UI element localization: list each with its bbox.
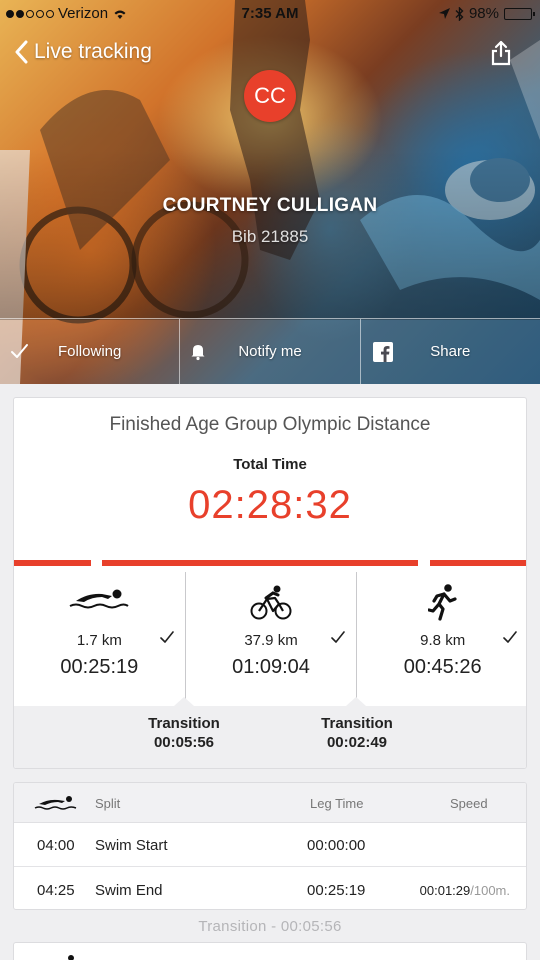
- swim-icon: [34, 796, 77, 810]
- leg-results: 1.7 km 00:25:19 37.9 km 01:09:04 9.8 km …: [14, 572, 526, 702]
- action-bar: Following Notify me Share: [0, 318, 540, 384]
- swim-icon: [69, 589, 129, 609]
- bike-splits-table: [13, 942, 527, 960]
- swim-splits-table: Split Leg Time Speed 04:00 Swim Start 00…: [13, 782, 527, 910]
- split-leg-time: 00:25:19: [307, 882, 366, 899]
- status-right: 98%: [438, 5, 535, 22]
- athlete-name: COURTNEY CULLIGAN: [162, 195, 378, 216]
- battery-percent: 98%: [468, 5, 499, 22]
- swim-leg[interactable]: 1.7 km 00:25:19: [14, 572, 186, 702]
- bike-time: 01:09:04: [232, 656, 310, 678]
- athlete-hero: Verizon 7:35 AM 98% Live tracking CC COU…: [0, 0, 540, 384]
- check-icon: [11, 344, 28, 358]
- run-complete-check-icon: [503, 631, 517, 643]
- run-icon: [427, 584, 457, 621]
- run-progress-segment: [430, 560, 526, 566]
- notify-me-label: Notify me: [238, 343, 302, 360]
- split-column-header: Split: [95, 796, 121, 811]
- transition-times: Transition 00:05:56 Transition 00:02:49: [14, 697, 526, 768]
- battery-icon: [504, 7, 535, 20]
- transition-2-pointer: [346, 697, 366, 706]
- race-status-title: Finished Age Group Olympic Distance: [109, 414, 431, 435]
- speed-column-header: Speed: [450, 796, 488, 811]
- swim-complete-check-icon: [159, 631, 174, 643]
- transition-1-time: 00:05:56: [153, 734, 215, 751]
- split-clock-time: 04:00: [37, 837, 75, 854]
- transition-separator: Transition - 00:05:56: [198, 918, 342, 935]
- back-button[interactable]: Live tracking: [14, 40, 152, 64]
- swim-progress-segment: [14, 560, 91, 566]
- bike-icon: [250, 585, 292, 620]
- transition-2-time: 00:02:49: [326, 734, 388, 751]
- bike-progress-segment: [102, 560, 418, 566]
- bike-icon: [68, 955, 74, 960]
- split-name: Swim End: [95, 882, 163, 899]
- total-time-value: 02:28:32: [188, 483, 352, 527]
- transition-2: Transition 00:02:49: [287, 714, 427, 752]
- location-arrow-icon: [438, 8, 450, 19]
- run-time: 00:45:26: [403, 656, 482, 678]
- bell-icon: [191, 345, 205, 361]
- table-row: 04:25 Swim End 00:25:19 00:01:29/100m.: [14, 868, 526, 909]
- following-label: Following: [57, 343, 122, 360]
- bike-leg[interactable]: 37.9 km 01:09:04: [186, 572, 358, 702]
- split-clock-time: 04:25: [37, 882, 75, 899]
- bluetooth-icon: [455, 6, 464, 21]
- bike-complete-check-icon: [331, 631, 346, 643]
- split-speed-value: 00:01:29: [419, 883, 471, 898]
- facebook-icon: [372, 342, 393, 362]
- splits-header: Split Leg Time Speed: [14, 783, 526, 823]
- transition-1: Transition 00:05:56: [114, 714, 254, 752]
- transition-1-label: Transition: [148, 715, 220, 732]
- share-icon[interactable]: [490, 40, 512, 66]
- split-speed: 00:01:29/100m.: [420, 883, 510, 898]
- back-label: Live tracking: [34, 40, 152, 63]
- run-leg[interactable]: 9.8 km 00:45:26: [357, 572, 526, 702]
- following-button[interactable]: Following: [0, 319, 181, 384]
- notify-me-button[interactable]: Notify me: [180, 319, 361, 384]
- split-name: Swim Start: [95, 837, 168, 854]
- share-button[interactable]: Share: [361, 319, 540, 384]
- result-summary-card: Finished Age Group Olympic Distance Tota…: [13, 397, 527, 769]
- split-speed-unit: /100m.: [470, 883, 510, 898]
- leg-time-column-header: Leg Time: [310, 796, 364, 811]
- split-leg-time: 00:00:00: [307, 837, 366, 854]
- athlete-avatar: CC: [244, 70, 296, 122]
- chevron-left-icon: [15, 40, 28, 64]
- transition-2-label: Transition: [321, 715, 393, 732]
- table-row: 04:00 Swim Start 00:00:00: [14, 823, 526, 867]
- swim-time: 00:25:19: [60, 656, 139, 678]
- status-bar: Verizon 7:35 AM 98%: [0, 0, 540, 28]
- transition-1-pointer: [174, 697, 194, 706]
- share-label: Share: [430, 343, 471, 360]
- total-time-label: Total Time: [233, 456, 307, 473]
- athlete-bib: Bib 21885: [231, 227, 309, 246]
- leg-progress-bar: [14, 560, 526, 566]
